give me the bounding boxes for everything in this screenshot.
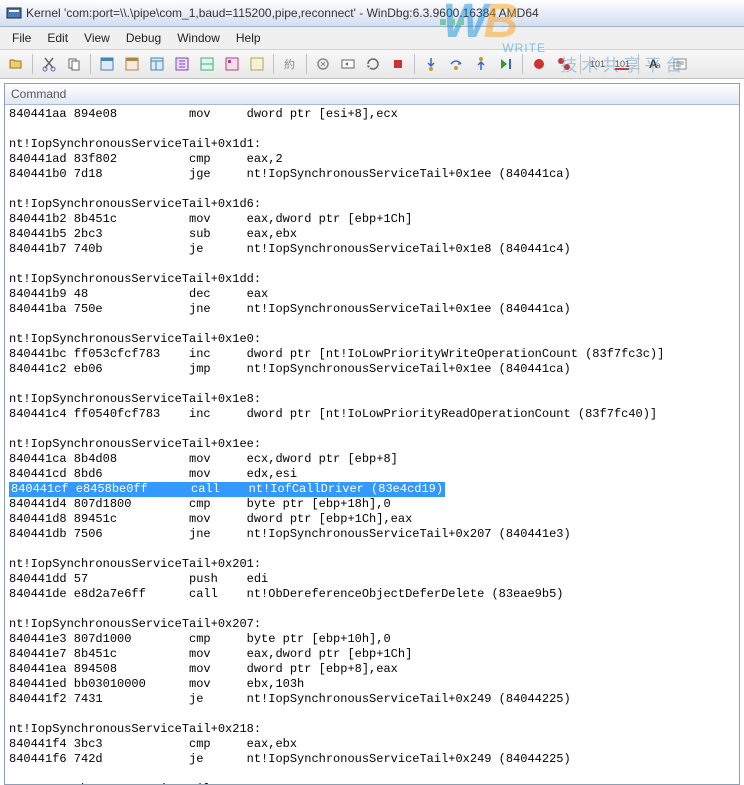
stop-icon[interactable]	[386, 52, 410, 76]
asm-icon[interactable]: 101	[610, 52, 634, 76]
stepinto-icon[interactable]	[419, 52, 443, 76]
stepover-icon[interactable]	[444, 52, 468, 76]
font-icon[interactable]: Aa	[643, 52, 667, 76]
window7-icon[interactable]	[245, 52, 269, 76]
panel-header: Command	[5, 84, 739, 105]
menu-view[interactable]: View	[76, 29, 118, 47]
menu-file[interactable]: File	[4, 29, 39, 47]
window3-icon[interactable]	[145, 52, 169, 76]
cut-icon[interactable]	[37, 52, 61, 76]
menu-edit[interactable]: Edit	[39, 29, 76, 47]
menu-help[interactable]: Help	[228, 29, 269, 47]
menu-window[interactable]: Window	[169, 29, 228, 47]
window6-icon[interactable]	[220, 52, 244, 76]
breakpoint-icon[interactable]	[527, 52, 551, 76]
runto-icon[interactable]	[494, 52, 518, 76]
copy-icon[interactable]	[62, 52, 86, 76]
window2-icon[interactable]	[120, 52, 144, 76]
window5-icon[interactable]	[195, 52, 219, 76]
window-title: Kernel 'com:port=\\.\pipe\com_1,baud=115…	[26, 6, 539, 20]
options-icon[interactable]	[668, 52, 692, 76]
command-panel: Command 840441aa 894e08 mov dword ptr [e…	[4, 83, 740, 785]
stepout-icon[interactable]	[469, 52, 493, 76]
window1-icon[interactable]	[95, 52, 119, 76]
open-icon[interactable]	[4, 52, 28, 76]
svg-text:101: 101	[590, 59, 605, 69]
disassembly-output[interactable]: 840441aa 894e08 mov dword ptr [esi+8],ec…	[5, 105, 739, 784]
app-icon	[6, 5, 22, 21]
menubar: File Edit View Debug Window Help	[0, 27, 744, 50]
nav-icon[interactable]: 約	[278, 52, 302, 76]
svg-text:101: 101	[615, 59, 630, 69]
window-titlebar: Kernel 'com:port=\\.\pipe\com_1,baud=115…	[0, 0, 744, 27]
svg-text:a: a	[656, 61, 661, 70]
restart-icon[interactable]	[361, 52, 385, 76]
break-icon[interactable]	[311, 52, 335, 76]
window4-icon[interactable]	[170, 52, 194, 76]
breakpoints-icon[interactable]	[552, 52, 576, 76]
svg-text:約: 約	[284, 57, 295, 71]
toolbar: 約 101 101 Aa	[0, 50, 744, 79]
menu-debug[interactable]: Debug	[118, 29, 169, 47]
src-icon[interactable]: 101	[585, 52, 609, 76]
go-icon[interactable]	[336, 52, 360, 76]
